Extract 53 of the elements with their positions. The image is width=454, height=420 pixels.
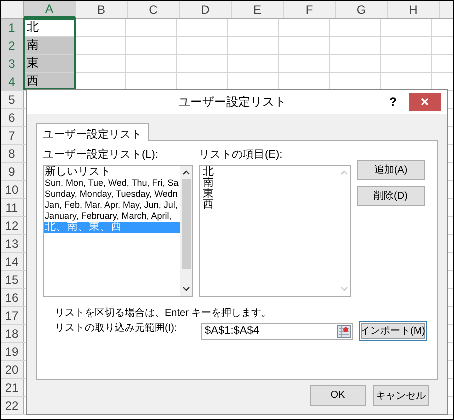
hint-text: リストを区切る場合は、Enter キーを押します。 (54, 306, 272, 320)
list-item[interactable]: Sun, Mon, Tue, Wed, Thu, Fri, Sa (44, 178, 180, 189)
row-header[interactable]: 11 (1, 199, 24, 216)
range-field[interactable]: $A$1:$A$4 (201, 322, 353, 340)
scrollbar[interactable] (180, 166, 192, 296)
row-header[interactable]: 19 (1, 343, 24, 360)
list-entry: 西 (202, 200, 215, 211)
list-entry: 南 (202, 178, 215, 189)
close-button[interactable] (409, 93, 441, 111)
ok-button[interactable]: OK (310, 385, 366, 406)
row-header[interactable]: 12 (1, 217, 24, 234)
row-header[interactable]: 1 (1, 19, 24, 36)
import-button[interactable]: インポート(M) (359, 321, 427, 341)
row-header[interactable]: 14 (1, 253, 24, 270)
cancel-button[interactable]: キャンセル (373, 385, 429, 406)
scroll-down-icon[interactable] (182, 287, 190, 292)
list-item[interactable]: 新しいリスト (44, 167, 180, 178)
list-item[interactable]: Jan, Feb, Mar, Apr, May, Jun, Jul, (44, 200, 180, 211)
list-item[interactable]: Sunday, Monday, Tuesday, Wedn (44, 189, 180, 200)
row-header[interactable]: 20 (1, 361, 24, 378)
row-header[interactable]: 22 (1, 397, 24, 414)
row-header[interactable]: 15 (1, 271, 24, 288)
close-icon (421, 98, 429, 106)
table-cell: 南 (24, 37, 75, 54)
row-header[interactable]: 13 (1, 235, 24, 252)
row-header[interactable]: 5 (1, 91, 24, 108)
row-header[interactable]: 7 (1, 127, 24, 144)
row-header[interactable]: 4 (1, 73, 24, 90)
delete-button[interactable]: 削除(D) (357, 186, 425, 206)
list-entry: 東 (202, 189, 215, 200)
list-item[interactable]: January, February, March, April, (44, 211, 180, 222)
row-header[interactable]: 10 (1, 181, 24, 198)
row-header[interactable]: 8 (1, 145, 24, 162)
row-header[interactable]: 2 (1, 37, 24, 54)
scroll-up-icon[interactable] (182, 170, 190, 175)
row-header[interactable]: 18 (1, 325, 24, 342)
add-button[interactable]: 追加(A) (357, 160, 425, 180)
range-picker-icon[interactable] (337, 324, 351, 338)
table-cell: 東 (24, 55, 75, 72)
row-header[interactable]: 21 (1, 379, 24, 396)
row-header[interactable]: 3 (1, 55, 24, 72)
row-header[interactable]: 9 (1, 163, 24, 180)
window-title: ユーザー設定リスト (177, 94, 288, 110)
column-header[interactable]: A (24, 1, 76, 18)
field-label: リストの項目(E): (199, 148, 284, 162)
row-header[interactable]: 16 (1, 289, 24, 306)
list-entry: 北 (202, 167, 215, 178)
field-label: ユーザー設定リスト(L): (43, 148, 160, 162)
help-button[interactable]: ? (390, 95, 397, 109)
row-header[interactable]: 6 (1, 109, 24, 126)
row-header[interactable]: 17 (1, 307, 24, 324)
tab[interactable]: ユーザー設定リスト (36, 123, 149, 141)
field-label: リストの取り込み元範囲(I): (55, 322, 178, 335)
